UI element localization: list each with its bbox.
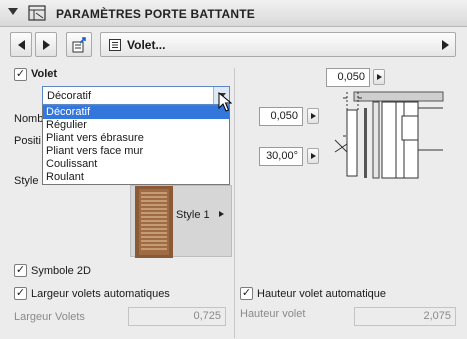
navigation-bar: Volet... <box>10 32 456 57</box>
shutter-dimension-diagram <box>334 91 444 179</box>
dropdown-option-pliant-ebrasure[interactable]: Pliant vers ébrasure <box>43 132 229 145</box>
panel-title: PARAMÈTRES PORTE BATTANTE <box>56 7 255 21</box>
arrow-right-icon <box>42 39 50 50</box>
mouse-cursor-icon <box>218 92 232 112</box>
chevron-right-icon <box>310 113 316 119</box>
list-page-icon <box>109 39 121 51</box>
dropdown-option-regulier[interactable]: Régulier <box>43 119 229 132</box>
largeur-volets-label: Largeur Volets <box>14 311 85 323</box>
previous-button[interactable] <box>10 32 32 57</box>
next-button[interactable] <box>35 32 57 57</box>
dropdown-option-decoratif[interactable]: Décoratif <box>43 106 229 119</box>
export-arrow-icon <box>72 36 86 52</box>
dropdown-option-roulant[interactable]: Roulant <box>43 171 229 184</box>
arrow-left-icon <box>17 39 25 50</box>
shutter-type-dropdown: Décoratif Régulier Pliant vers ébrasure … <box>42 105 230 185</box>
hauteur-auto-label: Hauteur volet automatique <box>257 288 387 300</box>
shutter-preview-image <box>135 186 173 258</box>
dropdown-option-coulissant[interactable]: Coulissant <box>43 158 229 171</box>
chevron-right-icon <box>310 153 316 159</box>
position-label: Positi <box>14 135 41 147</box>
volet-checkbox[interactable]: ✓ <box>14 68 27 81</box>
shutter-type-value: Décoratif <box>47 90 92 102</box>
chevron-right-icon <box>376 74 382 80</box>
panel-header[interactable]: PARAMÈTRES PORTE BATTANTE <box>0 0 467 27</box>
nombre-label: Nomb <box>14 113 44 125</box>
opening-angle-stepper[interactable] <box>307 148 319 164</box>
largeur-auto-label: Largeur volets automatiques <box>31 288 170 300</box>
chevron-right-icon <box>442 40 449 50</box>
style-preview-label: Style 1 <box>176 209 210 221</box>
hauteur-volet-label: Hauteur volet <box>240 308 306 320</box>
symbole-2d-label: Symbole 2D <box>31 265 91 277</box>
top-offset-field[interactable]: 0,050 <box>326 68 370 87</box>
volet-label: Volet <box>31 68 58 80</box>
hauteur-volet-field[interactable]: 2,075 <box>354 307 456 326</box>
symbole-2d-checkbox[interactable]: ✓ <box>14 264 27 277</box>
chevron-right-icon <box>219 211 224 217</box>
dropdown-option-pliant-face-mur[interactable]: Pliant vers face mur <box>43 145 229 158</box>
opening-angle-field[interactable]: 30,00° <box>259 147 303 166</box>
style-preview-button[interactable]: Style 1 <box>130 185 232 258</box>
left-offset-field[interactable]: 0,050 <box>259 107 303 126</box>
shutter-type-combo[interactable]: Décoratif <box>42 86 230 105</box>
largeur-auto-checkbox[interactable]: ✓ <box>14 287 27 300</box>
top-offset-stepper[interactable] <box>373 69 385 85</box>
favorites-button[interactable] <box>66 32 92 57</box>
page-select-label: Volet... <box>127 38 166 52</box>
column-divider <box>234 68 235 338</box>
left-offset-stepper[interactable] <box>307 108 319 124</box>
door-settings-icon <box>28 5 46 21</box>
hauteur-auto-checkbox[interactable]: ✓ <box>240 287 253 300</box>
collapse-arrow-icon[interactable] <box>8 8 18 15</box>
largeur-volets-field[interactable]: 0,725 <box>128 307 226 326</box>
page-select[interactable]: Volet... <box>100 32 456 57</box>
